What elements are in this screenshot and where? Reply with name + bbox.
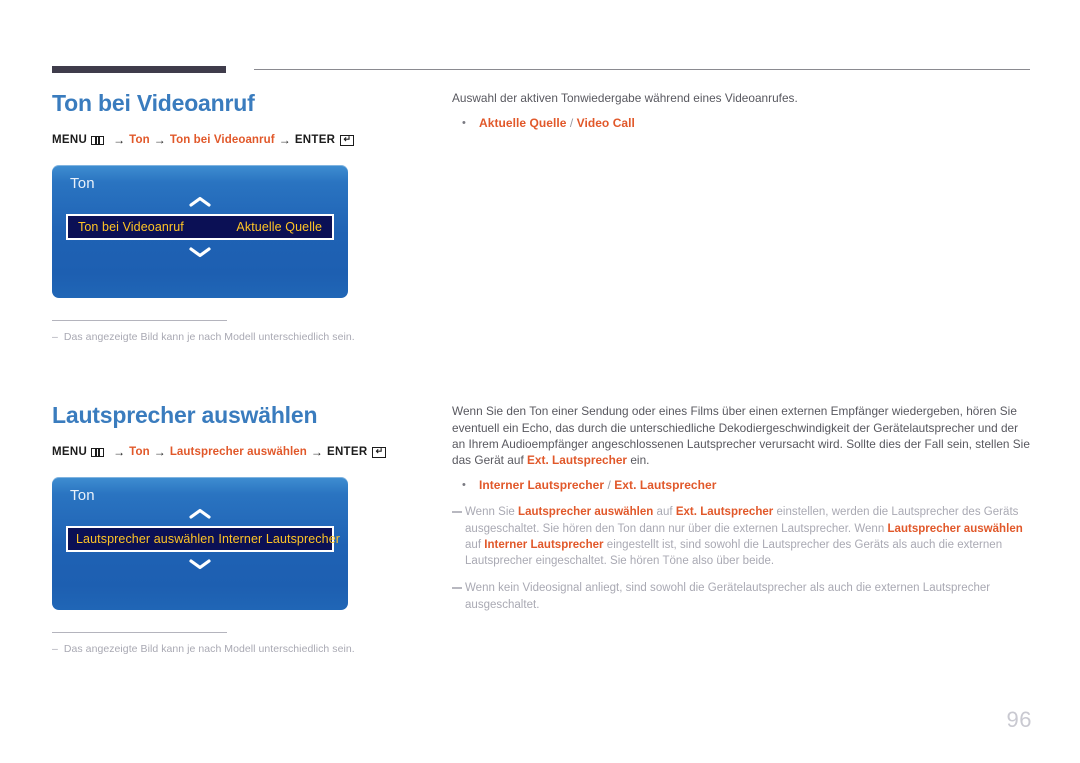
chevron-down-icon[interactable]: [66, 554, 334, 574]
note-2: Wenn kein Videosignal anliegt, sind sowo…: [452, 580, 1032, 612]
osd-row-label-1: Ton bei Videoanruf: [78, 220, 184, 235]
menu-path-1: MENU → Ton → Ton bei Videoanruf → ENTER …: [52, 133, 432, 147]
menu-path-enter-label: ENTER: [294, 134, 336, 147]
note-1-t1: Wenn Sie: [465, 506, 519, 519]
menu-path-step-2-b: Lautsprecher auswählen: [169, 446, 307, 459]
page-title-1: Ton bei Videoanruf: [52, 90, 255, 116]
description-block-2: Wenn Sie den Ton einer Sendung oder eine…: [452, 403, 1032, 612]
osd-title-2: Ton: [70, 487, 95, 505]
option-values-1: Aktuelle Quelle / Video Call: [479, 115, 635, 131]
bullet-dot-icon: •: [462, 479, 466, 492]
note-text-2: Wenn kein Videosignal anliegt, sind sowo…: [465, 582, 991, 611]
section-lautsprecher-auswaehlen: Lautsprecher auswählen MENU → Ton → Laut…: [52, 402, 432, 657]
option-value-2a: Interner Lautsprecher: [479, 478, 605, 493]
menu-icon: [91, 447, 105, 457]
footnote-rule-2: [52, 632, 227, 634]
left-column: Ton bei Videoanruf MENU → Ton → Ton bei …: [52, 90, 432, 656]
description-text-2b: ein.: [627, 453, 650, 468]
menu-path-enter-label-2: ENTER: [326, 446, 368, 459]
description-highlight-2a: Ext. Lautsprecher: [527, 453, 628, 468]
menu-path-2: MENU → Ton → Lautsprecher auswählen → EN…: [52, 445, 432, 459]
page-number: 96: [1006, 707, 1032, 732]
path-arrow-6: →: [310, 445, 323, 460]
osd-preview-1: Ton Ton bei Videoanruf Aktuelle Quelle: [52, 165, 348, 299]
enter-return-icon: ↵: [340, 134, 355, 146]
note-dash-icon: [452, 580, 465, 596]
note-dash-icon: [452, 504, 465, 520]
footnote-dash-1: –: [52, 331, 58, 344]
note-1: Wenn Sie Lautsprecher auswählen auf Ext.…: [452, 504, 1032, 569]
menu-path-menu-label: MENU: [52, 134, 88, 147]
osd-row-label-2: Lautsprecher auswählen: [76, 532, 215, 547]
note-1-t4: auf: [465, 538, 485, 551]
footnote-2: – Das angezeigte Bild kann je nach Model…: [52, 642, 432, 656]
chevron-up-icon[interactable]: [66, 504, 334, 524]
menu-path-step-1: Ton: [129, 134, 150, 147]
enter-return-icon: ↵: [372, 446, 387, 458]
path-arrow-1: →: [113, 133, 126, 148]
chevron-up-icon[interactable]: [66, 192, 334, 212]
header-rule-thin: [254, 69, 1030, 70]
osd-row-value-2: Interner Lautsprecher: [218, 532, 341, 547]
footnote-rule-1: [52, 320, 227, 322]
option-separator-1: /: [566, 116, 577, 131]
menu-path-step-1-b: Ton: [129, 446, 150, 459]
option-list-item-2: • Interner Lautsprecher / Ext. Lautsprec…: [452, 477, 1032, 493]
footnote-block-1: – Das angezeigte Bild kann je nach Model…: [52, 320, 432, 344]
option-value-1a: Aktuelle Quelle: [479, 116, 567, 131]
note-1-b1: Lautsprecher auswählen: [518, 506, 654, 519]
note-1-t2: auf: [653, 506, 676, 519]
header-rule-thick: [52, 66, 226, 73]
description-text-1: Auswahl der aktiven Tonwiedergabe währen…: [452, 91, 798, 105]
option-value-1b: Video Call: [576, 116, 635, 131]
option-values-2: Interner Lautsprecher / Ext. Lautspreche…: [479, 477, 716, 493]
menu-icon: [91, 135, 105, 145]
osd-selected-row-2[interactable]: Lautsprecher auswählen Interner Lautspre…: [66, 526, 340, 553]
note-1-b3: Lautsprecher auswählen: [887, 522, 1023, 535]
option-value-2b: Ext. Lautsprecher: [614, 478, 717, 493]
section-ton-bei-videoanruf: Ton bei Videoanruf MENU → Ton → Ton bei …: [52, 90, 432, 345]
path-arrow-4: →: [113, 445, 126, 460]
note-text-1: Wenn Sie Lautsprecher auswählen auf Ext.…: [465, 504, 1032, 569]
description-text-2: Wenn Sie den Ton einer Sendung oder eine…: [452, 403, 1032, 468]
footnote-block-2: – Das angezeigte Bild kann je nach Model…: [52, 632, 432, 656]
footnote-text-2: Das angezeigte Bild kann je nach Modell …: [63, 643, 355, 656]
osd-selected-row-1[interactable]: Ton bei Videoanruf Aktuelle Quelle: [66, 214, 334, 241]
osd-preview-2: Ton Lautsprecher auswählen Interner Laut…: [52, 477, 348, 611]
right-column: Auswahl der aktiven Tonwiedergabe währen…: [452, 90, 1032, 613]
chevron-down-icon[interactable]: [66, 242, 334, 262]
option-separator-2: /: [604, 478, 615, 493]
description-block-1: Auswahl der aktiven Tonwiedergabe währen…: [452, 90, 1032, 131]
menu-path-step-2: Ton bei Videoanruf: [169, 134, 275, 147]
path-arrow-3: →: [278, 133, 291, 148]
footnote-dash-2: –: [52, 643, 58, 656]
footnote-1: – Das angezeigte Bild kann je nach Model…: [52, 330, 432, 344]
osd-title-1: Ton: [70, 175, 95, 193]
option-list-item-1: • Aktuelle Quelle / Video Call: [452, 115, 1032, 131]
menu-path-menu-label-2: MENU: [52, 446, 88, 459]
osd-row-value-1: Aktuelle Quelle: [236, 220, 322, 235]
note-1-b2: Ext. Lautsprecher: [675, 506, 774, 519]
bullet-dot-icon: •: [462, 117, 466, 130]
footnote-text-1: Das angezeigte Bild kann je nach Modell …: [63, 331, 355, 344]
note-1-b4: Interner Lautsprecher: [484, 538, 604, 551]
path-arrow-5: →: [153, 445, 166, 460]
path-arrow-2: →: [153, 133, 166, 148]
page-title-2: Lautsprecher auswählen: [52, 401, 318, 428]
